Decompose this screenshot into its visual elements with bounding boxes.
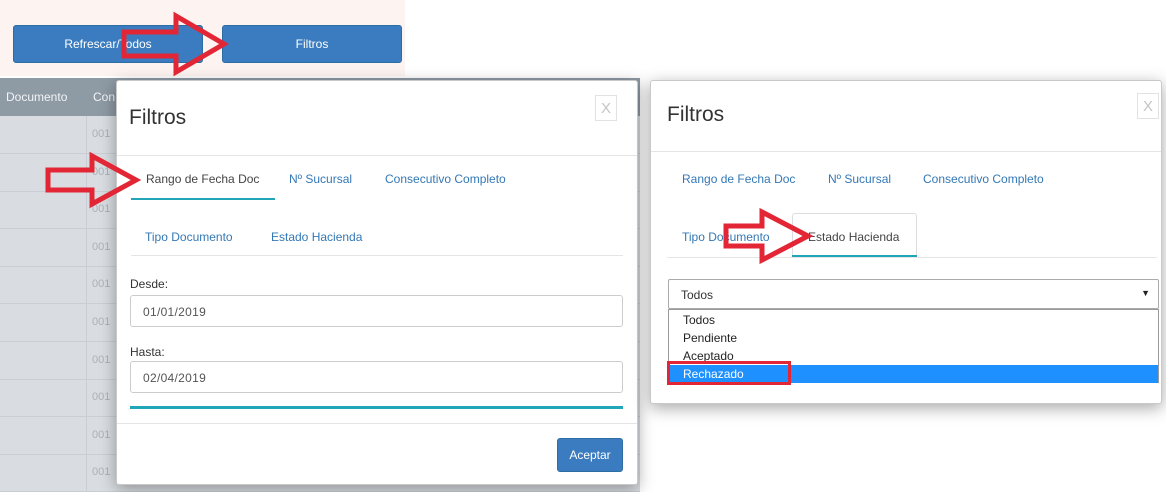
caret-down-icon: ▼ [1141,288,1150,298]
table-cell-consecutive: 001 [92,128,111,140]
status-select[interactable]: Todos ▼ [668,279,1159,309]
divider [117,155,637,156]
close-icon[interactable]: X [595,95,617,121]
to-date-input[interactable]: 02/04/2019 [130,361,623,393]
status-select-value: Todos [681,288,714,302]
table-cell-consecutive: 001 [92,466,111,479]
tab-treasury-status[interactable]: Estado Hacienda [271,230,362,244]
from-label: Desde: [130,277,169,291]
annotation-arrow [723,207,814,265]
option-todos[interactable]: Todos [669,311,1158,329]
tab-full-consecutive[interactable]: Consecutivo Completo [385,172,506,186]
filters-modal-date-range: Filtros X Rango de Fecha Doc Nº Sucursal… [116,80,638,485]
table-cell-consecutive: 001 [92,353,111,366]
annotation-arrow [45,151,142,209]
to-label: Hasta: [130,345,165,359]
column-header-documento: Documento [6,90,68,104]
annotation-arrow [121,11,229,77]
highlight-rechazado-box [667,361,791,385]
tab-document-type[interactable]: Tipo Documento [145,230,233,244]
tab-branch-number[interactable]: Nº Sucursal [289,172,352,186]
tab-full-consecutive[interactable]: Consecutivo Completo [923,172,1044,186]
filters-button[interactable]: Filtros [222,25,402,63]
tab-date-range[interactable]: Rango de Fecha Doc [146,172,259,186]
table-cell-consecutive: 001 [92,391,111,404]
tab-branch-number[interactable]: Nº Sucursal [828,172,891,186]
table-cell-consecutive: 001 [92,428,111,441]
accept-button[interactable]: Aceptar [557,438,623,472]
modal-title: Filtros [667,103,725,126]
section-bottom-line [130,406,623,409]
tab-date-range[interactable]: Rango de Fecha Doc [682,172,795,186]
from-date-input[interactable]: 01/01/2019 [130,295,623,327]
active-tab-underline [131,198,275,200]
option-pendiente[interactable]: Pendiente [669,329,1158,347]
table-cell-consecutive: 001 [92,278,111,291]
close-icon[interactable]: X [1137,93,1159,119]
table-cell-consecutive: 001 [92,316,111,328]
divider [651,151,1161,152]
modal-title: Filtros [129,106,187,129]
column-header-con: Con [93,90,116,104]
tab-divider [131,255,623,256]
footer-divider [117,423,637,424]
table-cell-consecutive: 001 [92,240,111,253]
